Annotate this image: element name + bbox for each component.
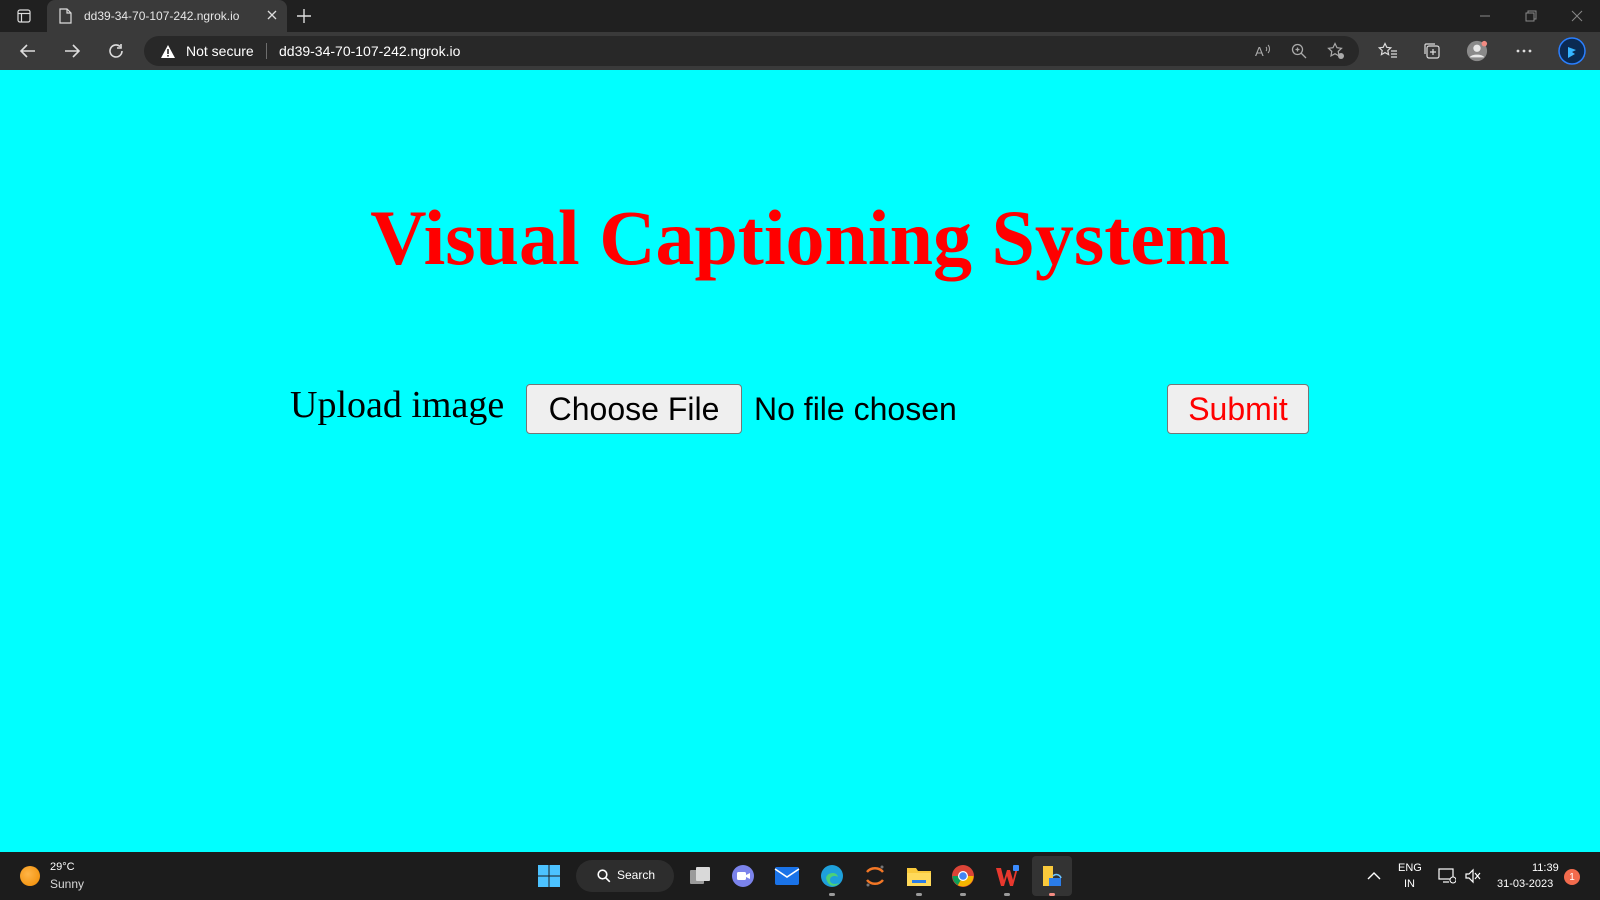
browser-tab[interactable]: dd39-34-70-107-242.ngrok.io [47, 0, 287, 32]
taskbar-search[interactable]: Search [576, 860, 674, 892]
file-explorer-icon[interactable] [905, 862, 933, 896]
submit-button[interactable]: Submit [1167, 384, 1309, 434]
weather-sun-icon[interactable] [20, 866, 40, 886]
language-region[interactable]: IN [1404, 878, 1415, 890]
volume-muted-icon[interactable] [1462, 862, 1484, 890]
start-icon[interactable] [535, 862, 563, 890]
minimize-icon[interactable] [1475, 6, 1495, 26]
warning-icon[interactable] [160, 44, 176, 59]
close-window-icon[interactable] [1567, 6, 1587, 26]
network-icon[interactable] [1436, 862, 1458, 890]
search-label: Search [617, 868, 656, 882]
running-indicator [916, 893, 922, 896]
browser-tab-bar: dd39-34-70-107-242.ngrok.io [0, 0, 1600, 32]
notification-badge[interactable]: 1 [1564, 869, 1580, 885]
running-indicator [960, 893, 966, 896]
running-indicator [1004, 893, 1010, 896]
page-icon [59, 8, 72, 24]
favorites-icon[interactable] [1377, 40, 1399, 62]
clock-time[interactable]: 11:39 [1532, 862, 1559, 874]
page-content: Visual Captioning System Upload image Ch… [0, 70, 1600, 852]
language-indicator[interactable]: ENG [1398, 862, 1422, 874]
new-tab-icon[interactable] [294, 6, 314, 26]
upload-image-label: Upload image [290, 384, 505, 426]
add-favorite-icon[interactable] [1327, 42, 1345, 60]
mail-icon[interactable] [773, 862, 801, 890]
collections-icon[interactable] [1421, 40, 1443, 62]
zoom-icon[interactable] [1290, 42, 1308, 60]
back-icon[interactable] [17, 40, 39, 62]
profile-avatar-icon[interactable] [1466, 40, 1488, 62]
restore-icon[interactable] [1521, 6, 1541, 26]
tab-actions-icon[interactable] [14, 6, 34, 26]
more-menu-icon[interactable] [1513, 40, 1535, 62]
choose-file-button[interactable]: Choose File [526, 384, 742, 434]
jupyter-icon[interactable] [861, 862, 889, 890]
task-view-icon[interactable] [686, 862, 714, 890]
teams-chat-icon[interactable] [729, 862, 757, 890]
clock-date[interactable]: 31-03-2023 [1497, 878, 1553, 890]
address-divider [266, 43, 267, 59]
show-hidden-icons[interactable] [1362, 862, 1386, 890]
security-label[interactable]: Not secure [186, 43, 254, 59]
windows-taskbar: 29°C Sunny Search ENG IN 11:39 31-03-202… [0, 852, 1600, 900]
tab-title: dd39-34-70-107-242.ngrok.io [84, 9, 240, 23]
tab-close-icon[interactable] [265, 8, 279, 22]
page-title: Visual Captioning System [370, 194, 1230, 281]
browser-toolbar: Not secure dd39-34-70-107-242.ngrok.io A [0, 32, 1600, 70]
svg-text:A: A [1255, 44, 1264, 58]
search-icon [597, 869, 611, 883]
url-text[interactable]: dd39-34-70-107-242.ngrok.io [279, 43, 460, 59]
wps-office-icon[interactable] [993, 862, 1021, 896]
file-status-text: No file chosen [754, 391, 957, 427]
forward-icon[interactable] [61, 40, 83, 62]
chrome-icon[interactable] [949, 862, 977, 896]
bing-icon[interactable] [1558, 37, 1586, 65]
weather-temperature[interactable]: 29°C [50, 861, 75, 873]
running-indicator [829, 893, 835, 896]
file-manager-icon[interactable] [1038, 862, 1066, 896]
weather-condition[interactable]: Sunny [50, 877, 84, 891]
read-aloud-icon[interactable]: A [1255, 42, 1273, 60]
address-bar[interactable]: Not secure dd39-34-70-107-242.ngrok.io A [144, 36, 1359, 66]
refresh-icon[interactable] [105, 40, 127, 62]
running-indicator [1049, 893, 1055, 896]
edge-browser-icon[interactable] [818, 862, 846, 896]
